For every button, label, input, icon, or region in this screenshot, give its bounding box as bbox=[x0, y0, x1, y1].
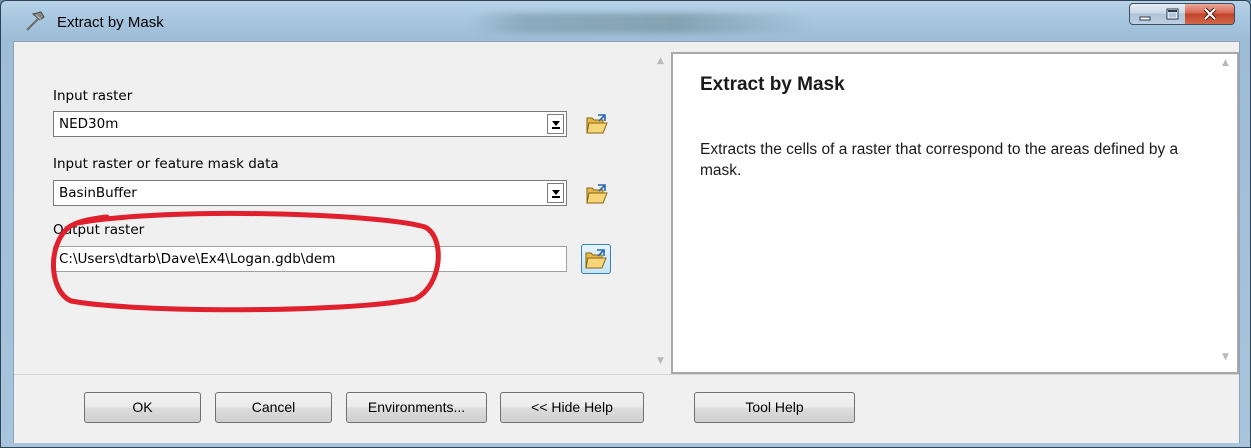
input-raster-browse-button[interactable] bbox=[583, 110, 611, 138]
chevron-down-icon[interactable] bbox=[547, 183, 564, 203]
hammer-icon bbox=[21, 9, 47, 35]
scroll-down-icon[interactable]: ▼ bbox=[1222, 352, 1229, 362]
scroll-up-icon[interactable]: ▲ bbox=[657, 56, 664, 66]
close-icon bbox=[1203, 7, 1217, 21]
tool-help-button[interactable]: Tool Help bbox=[694, 392, 855, 423]
output-raster-browse-button[interactable] bbox=[581, 244, 611, 274]
mask-data-label: Input raster or feature mask data bbox=[53, 156, 279, 172]
maximize-button[interactable] bbox=[1158, 3, 1186, 25]
help-panel: Extract by Mask Extracts the cells of a … bbox=[671, 52, 1239, 374]
chevron-down-icon[interactable] bbox=[547, 114, 564, 134]
environments-button[interactable]: Environments... bbox=[346, 392, 487, 423]
parameters-panel: Input raster NED30m Input raster or feat… bbox=[25, 54, 664, 372]
input-raster-combo[interactable]: NED30m bbox=[53, 111, 567, 137]
title-bar[interactable]: Extract by Mask bbox=[1, 1, 1250, 43]
extract-by-mask-dialog: Extract by Mask Input raster NED30m Inpu… bbox=[0, 0, 1251, 448]
help-scrollbar[interactable]: ▲ ▼ bbox=[1218, 56, 1235, 370]
help-title: Extract by Mask bbox=[700, 74, 845, 95]
folder-open-icon bbox=[586, 184, 608, 204]
folder-open-icon bbox=[585, 249, 607, 269]
output-raster-value: C:\Users\dtarb\Dave\Ex4\Logan.gdb\dem bbox=[59, 251, 336, 267]
minimize-button[interactable] bbox=[1129, 3, 1159, 25]
title-bar-background-blur bbox=[471, 13, 811, 33]
input-raster-value: NED30m bbox=[59, 116, 119, 132]
mask-data-browse-button[interactable] bbox=[583, 180, 611, 208]
scroll-up-icon[interactable]: ▲ bbox=[1222, 58, 1229, 68]
window-title: Extract by Mask bbox=[57, 14, 164, 31]
hide-help-button[interactable]: << Hide Help bbox=[500, 392, 644, 423]
folder-open-icon bbox=[586, 114, 608, 134]
input-raster-label: Input raster bbox=[53, 88, 133, 104]
output-raster-label: Output raster bbox=[53, 222, 145, 238]
help-description: Extracts the cells of a raster that corr… bbox=[700, 141, 1179, 179]
dialog-body: Input raster NED30m Input raster or feat… bbox=[13, 41, 1240, 443]
close-button[interactable] bbox=[1185, 3, 1235, 25]
scroll-down-icon[interactable]: ▼ bbox=[657, 356, 664, 366]
mask-data-combo[interactable]: BasinBuffer bbox=[53, 180, 567, 206]
minimize-icon bbox=[1139, 16, 1151, 21]
output-raster-input[interactable]: C:\Users\dtarb\Dave\Ex4\Logan.gdb\dem bbox=[53, 246, 567, 272]
ok-button[interactable]: OK bbox=[84, 392, 201, 423]
parameters-scrollbar[interactable]: ▲ ▼ bbox=[653, 54, 670, 372]
cancel-button[interactable]: Cancel bbox=[215, 392, 332, 423]
mask-data-value: BasinBuffer bbox=[59, 185, 137, 201]
maximize-icon bbox=[1166, 8, 1179, 20]
